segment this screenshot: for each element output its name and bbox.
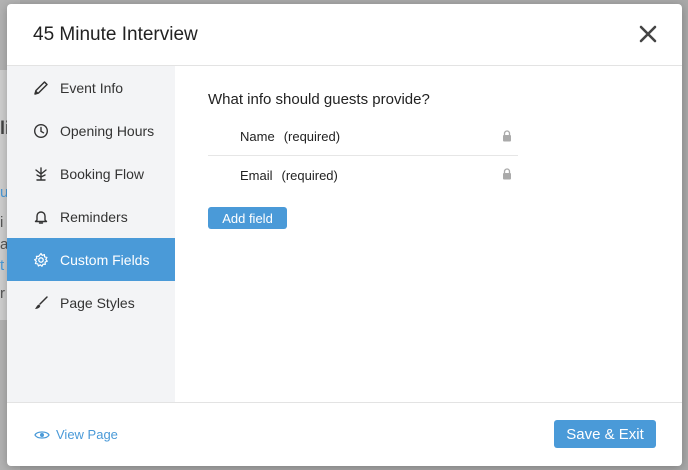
background-text: i xyxy=(0,214,4,231)
sidebar-item-label: Custom Fields xyxy=(60,251,150,268)
view-page-label: View Page xyxy=(56,427,118,442)
bell-icon xyxy=(33,209,49,225)
brush-icon xyxy=(33,295,49,311)
clock-icon xyxy=(33,123,49,139)
sidebar-item-label: Page Styles xyxy=(60,294,135,311)
sidebar-item-page-styles[interactable]: Page Styles xyxy=(7,281,175,324)
background-text: r xyxy=(0,285,5,302)
save-exit-button[interactable]: Save & Exit xyxy=(554,420,656,448)
sidebar-item-label: Reminders xyxy=(60,208,128,225)
close-button[interactable] xyxy=(636,22,660,46)
modal-title: 45 Minute Interview xyxy=(33,24,198,45)
sidebar-item-custom-fields[interactable]: Custom Fields xyxy=(7,238,175,281)
custom-fields-panel: What info should guests provide? Name (r… xyxy=(175,66,682,402)
lock-icon xyxy=(503,168,511,180)
close-icon xyxy=(639,25,657,43)
view-page-link[interactable]: View Page xyxy=(34,427,118,442)
field-name: Name xyxy=(240,129,275,144)
sidebar-item-label: Opening Hours xyxy=(60,122,155,139)
modal-footer: View Page Save & Exit xyxy=(7,402,682,466)
field-required-note: (required) xyxy=(281,167,338,183)
sidebar-item-event-info[interactable]: Event Info xyxy=(7,66,175,109)
panel-question: What info should guests provide? xyxy=(208,91,430,108)
sidebar-item-opening-hours[interactable]: Opening Hours xyxy=(7,109,175,152)
flow-icon xyxy=(33,166,49,182)
sidebar-item-booking-flow[interactable]: Booking Flow xyxy=(7,152,175,195)
lock-icon xyxy=(503,130,511,142)
event-settings-modal: 45 Minute Interview Event Info Opening H… xyxy=(7,4,682,466)
field-required-note: (required) xyxy=(283,129,341,144)
settings-sidebar: Event Info Opening Hours Booking Flow Re… xyxy=(7,66,175,402)
field-row-email[interactable]: Email (required) xyxy=(208,156,518,194)
background-text: t xyxy=(0,257,5,274)
gear-icon xyxy=(33,252,49,268)
field-name: Email xyxy=(240,167,273,183)
field-row-name[interactable]: Name (required) xyxy=(208,118,518,156)
add-field-button[interactable]: Add field xyxy=(208,207,287,229)
sidebar-item-label: Event Info xyxy=(60,79,124,96)
sidebar-item-label: Booking Flow xyxy=(60,165,145,182)
sidebar-item-reminders[interactable]: Reminders xyxy=(7,195,175,238)
modal-header: 45 Minute Interview xyxy=(7,4,682,66)
pencil-icon xyxy=(33,80,49,96)
eye-icon xyxy=(34,430,50,439)
